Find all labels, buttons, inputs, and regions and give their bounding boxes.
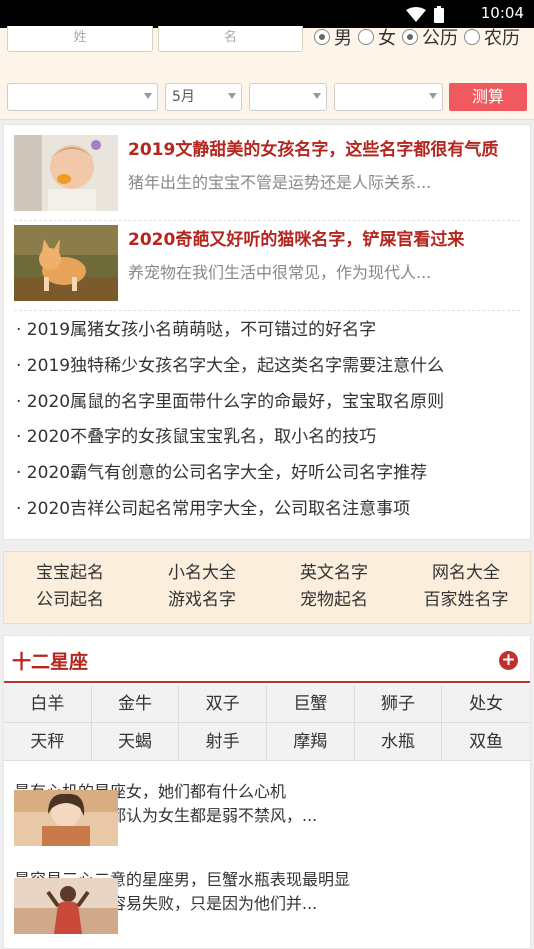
article-title[interactable]: 2020奇葩又好听的猫咪名字，铲屎官看过来 [128,225,464,250]
radio-female-label: 女 [378,28,396,49]
article-link-list: · 2019属猪女孩小名萌萌哒，不可错过的好名字 · 2019独特稀少女孩名字大… [16,313,444,528]
article-item[interactable]: 最有心机的星座女，她们都有什么心机 大多数人心里都认为女生都是弱不禁风，... [14,778,520,864]
radio-lunar[interactable] [464,29,480,45]
category-panel: 宝宝起名 小名大全 英文名字 网名大全 公司起名 游戏名字 宠物起名 百家姓名字 [3,551,531,624]
clock: 10:04 [480,4,524,22]
divider [14,310,520,311]
article-item[interactable]: 2019文静甜美的女孩名字，这些名字都很有气质 猪年出生的宝宝不管是运势还是人际… [14,135,520,221]
chevron-down-icon [313,93,321,99]
category-link[interactable]: 英文名字 [268,561,400,585]
zodiac-sign[interactable]: 白羊 [4,685,92,723]
zodiac-sign[interactable]: 天蝎 [91,723,180,761]
list-item[interactable]: · 2019独特稀少女孩名字大全，起这类名字需要注意什么 [16,349,444,385]
calculate-button[interactable]: 测算 [449,83,527,111]
section-title: 十二星座 [12,651,89,673]
article-thumbnail [14,790,118,846]
article-desc: 养宠物在我们生活中很常见，作为现代人... [128,263,432,282]
category-link[interactable]: 百家姓名字 [400,588,532,612]
list-item[interactable]: · 2020霸气有创意的公司名字大全，好听公司名字推荐 [16,456,444,492]
category-link[interactable]: 网名大全 [400,561,532,585]
radio-lunar-label: 农历 [484,28,520,49]
zodiac-sign[interactable]: 水瓶 [354,723,443,761]
article-item[interactable]: 最容易三心二意的星座男，巨蟹水瓶表现最明显 其实有些人最容易失败，只是因为他们并… [14,866,520,949]
chevron-down-icon [144,93,152,99]
category-link[interactable]: 公司起名 [4,588,136,612]
list-item[interactable]: · 2020属鼠的名字里面带什么字的命最好，宝宝取名原则 [16,385,444,421]
category-link[interactable]: 游戏名字 [136,588,268,612]
zodiac-sign[interactable]: 双子 [179,685,267,723]
category-grid: 宝宝起名 小名大全 英文名字 网名大全 公司起名 游戏名字 宠物起名 百家姓名字 [4,561,532,612]
zodiac-section: 十二星座 + 白羊 金牛 双子 巨蟹 狮子 处女 天秤 天蝎 射手 摩羯 水瓶 … [3,635,531,949]
radio-female[interactable] [358,29,374,45]
wifi-icon [406,6,426,22]
zodiac-sign[interactable]: 处女 [442,685,530,723]
hour-select[interactable] [334,83,443,111]
list-item[interactable]: · 2020吉祥公司起名常用字大全，公司取名注意事项 [16,492,444,528]
list-item[interactable]: · 2020不叠字的女孩鼠宝宝乳名，取小名的技巧 [16,420,444,456]
zodiac-sign[interactable]: 巨蟹 [266,685,355,723]
zodiac-sign[interactable]: 天秤 [4,723,92,761]
section-header: 十二星座 + [4,636,530,683]
name-test-form: 姓 名 男 女 公历 农历 5月 测算 [0,26,534,120]
given-name-input[interactable]: 名 [158,26,303,52]
zodiac-sign[interactable]: 狮子 [354,685,443,723]
radio-male-label: 男 [334,28,352,49]
gender-calendar-radios: 男 女 公历 农历 [308,24,520,50]
article-thumbnail [14,135,118,211]
category-link[interactable]: 宝宝起名 [4,561,136,585]
radio-male[interactable] [314,29,330,45]
radio-solar-label: 公历 [422,28,458,49]
zodiac-sign[interactable]: 射手 [179,723,267,761]
article-title[interactable]: 2019文静甜美的女孩名字，这些名字都很有气质 [128,135,498,160]
battery-icon [434,6,444,23]
day-select[interactable] [249,83,327,111]
month-select[interactable]: 5月 [165,83,242,111]
article-thumbnail [14,225,118,301]
article-item[interactable]: 2020奇葩又好听的猫咪名字，铲屎官看过来 养宠物在我们生活中很常见，作为现代人… [14,225,520,311]
zodiac-sign[interactable]: 金牛 [91,685,180,723]
article-desc: 猪年出生的宝宝不管是运势还是人际关系... [128,173,432,192]
month-select-value: 5月 [172,89,195,105]
radio-solar[interactable] [402,29,418,45]
zodiac-grid: 白羊 金牛 双子 巨蟹 狮子 处女 天秤 天蝎 射手 摩羯 水瓶 双鱼 [4,685,530,761]
category-link[interactable]: 宠物起名 [268,588,400,612]
divider [14,220,520,221]
zodiac-sign[interactable]: 双鱼 [442,723,530,761]
chevron-down-icon [228,93,236,99]
year-select[interactable] [7,83,158,111]
article-thumbnail [14,878,118,934]
zodiac-sign[interactable]: 摩羯 [266,723,355,761]
surname-input[interactable]: 姓 [7,26,153,52]
list-item[interactable]: · 2019属猪女孩小名萌萌哒，不可错过的好名字 [16,313,444,349]
plus-icon[interactable]: + [499,651,518,670]
category-link[interactable]: 小名大全 [136,561,268,585]
chevron-down-icon [429,93,437,99]
article-card: 2019文静甜美的女孩名字，这些名字都很有气质 猪年出生的宝宝不管是运势还是人际… [3,124,531,540]
